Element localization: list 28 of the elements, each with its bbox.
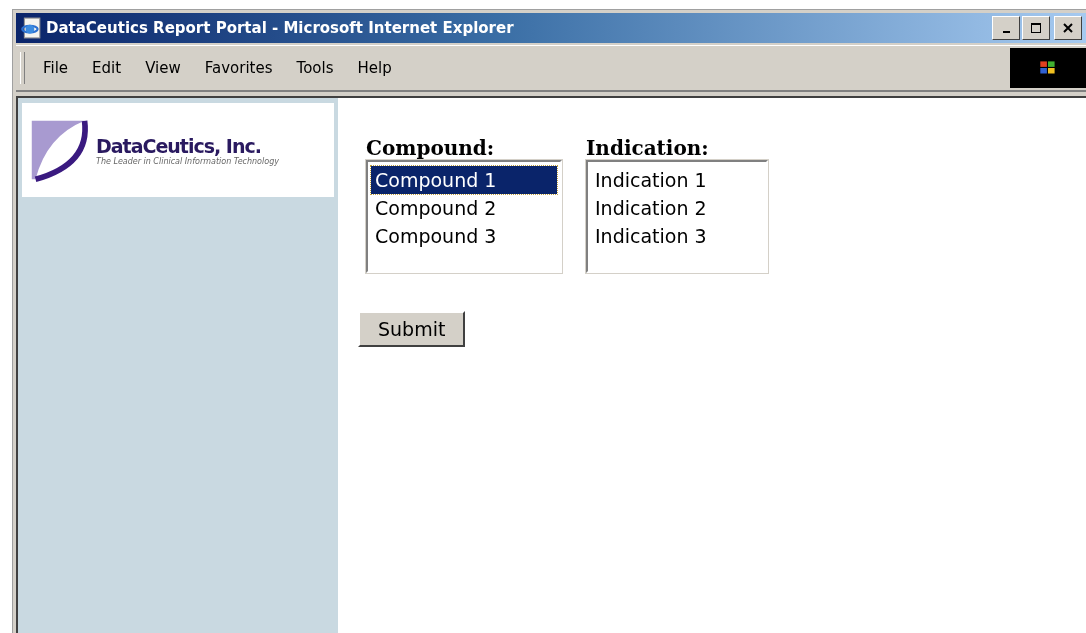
list-box[interactable]: Compound 1 Compound 2 Compound 3	[366, 160, 562, 273]
list-option[interactable]: Compound 1	[371, 166, 557, 194]
menu-item[interactable]: Edit	[82, 59, 136, 77]
company-name: DataCeutics, Inc.	[96, 134, 262, 157]
field-label: Compound:	[366, 136, 496, 160]
menu-item[interactable]: Tools	[286, 59, 348, 77]
menu-item[interactable]: Favorites	[194, 59, 287, 77]
tagline: The Leader in Clinical Information Technology	[96, 156, 279, 166]
field-label: Indication:	[586, 136, 710, 160]
menu-item[interactable]: Help	[347, 59, 406, 77]
close-button[interactable]	[1054, 16, 1082, 40]
window-title: DataCeutics Report Portal - Microsoft Internet Explorer	[46, 19, 515, 37]
browser-icon	[20, 17, 42, 39]
list-option[interactable]: Compound 2	[371, 194, 557, 222]
menu-item[interactable]: File	[33, 59, 83, 77]
maximize-button[interactable]	[1022, 16, 1050, 40]
list-option[interactable]: Indication 3	[591, 222, 763, 250]
list-option[interactable]: Indication 1	[591, 166, 763, 194]
minimize-icon	[1002, 31, 1010, 33]
close-icon	[1063, 23, 1073, 33]
minimize-button[interactable]	[992, 16, 1020, 40]
windows-logo-icon	[1010, 48, 1086, 88]
list-box[interactable]: Indication 1 Indication 2 Indication 3	[586, 160, 768, 273]
menu-item[interactable]: View	[135, 59, 195, 77]
list-option[interactable]: Compound 3	[371, 222, 557, 250]
submit-button[interactable]: Submit	[358, 311, 466, 347]
maximize-icon	[1031, 23, 1041, 33]
list-option[interactable]: Indication 2	[591, 194, 763, 222]
